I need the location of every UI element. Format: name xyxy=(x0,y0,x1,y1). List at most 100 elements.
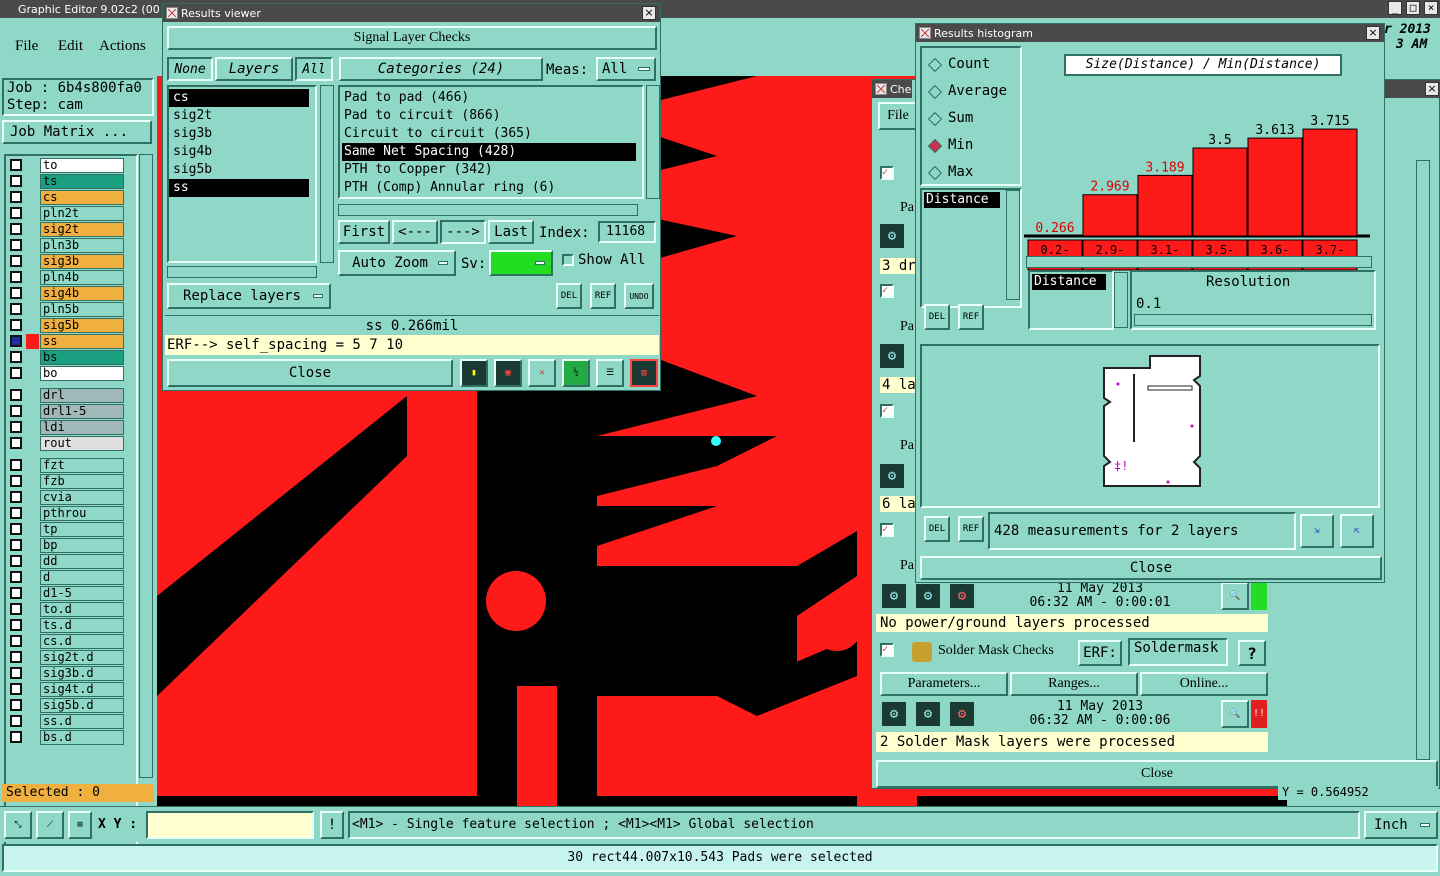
layer-row[interactable]: to xyxy=(8,158,124,173)
window-menu-icon[interactable] xyxy=(875,83,887,95)
layer-row[interactable]: fzb xyxy=(8,474,124,489)
delete-icon[interactable]: DEL xyxy=(556,283,582,309)
run-icon[interactable]: ⚙ xyxy=(880,582,908,610)
layer-row[interactable]: tp xyxy=(8,522,124,537)
run-icon[interactable]: ⚙ xyxy=(878,342,906,370)
layer-checkbox[interactable] xyxy=(10,437,22,449)
refresh-icon[interactable]: REF xyxy=(590,283,616,309)
histogram-bar[interactable] xyxy=(1137,174,1193,237)
radio-diamond-icon[interactable] xyxy=(927,165,943,181)
layer-checkbox[interactable] xyxy=(10,159,22,171)
check-box[interactable]: ✓ xyxy=(880,284,894,298)
layers-list-hscroll[interactable] xyxy=(167,266,317,278)
window-menu-icon[interactable] xyxy=(919,27,931,39)
notes-icon[interactable]: ☰ xyxy=(596,359,624,387)
check-box[interactable]: ✓ xyxy=(880,166,894,180)
layer-row[interactable]: sig4t.d xyxy=(8,682,124,697)
layer-checkbox[interactable] xyxy=(10,389,22,401)
check-box[interactable]: ✓ xyxy=(880,404,894,418)
category-item[interactable]: PTH to Copper (342) xyxy=(342,161,636,179)
layer-row[interactable]: sig2t.d xyxy=(8,650,124,665)
run-all-icon[interactable]: ⚙ xyxy=(914,700,942,728)
aggregate-option[interactable]: Min xyxy=(927,137,1016,157)
categories-list-hscroll[interactable] xyxy=(338,204,638,216)
layer-row[interactable]: pln3b xyxy=(8,238,124,253)
layer-checkbox[interactable] xyxy=(10,335,22,347)
last-button[interactable]: Last xyxy=(488,220,534,244)
layer-row[interactable]: ts.d xyxy=(8,618,124,633)
layer-row[interactable]: pln5b xyxy=(8,302,124,317)
radio-diamond-icon[interactable] xyxy=(927,84,943,100)
layer-row[interactable]: ldi xyxy=(8,420,124,435)
units-dropdown[interactable]: Inch xyxy=(1364,811,1438,839)
layer-row[interactable]: to.d xyxy=(8,602,124,617)
category-item[interactable]: Pad to pad (466) xyxy=(342,89,636,107)
resolution-slider[interactable] xyxy=(1134,314,1372,326)
parameters-button[interactable]: Parameters... xyxy=(880,672,1008,696)
layer-row[interactable]: d xyxy=(8,570,124,585)
layer-checkbox[interactable] xyxy=(10,571,22,583)
layer-checkbox[interactable] xyxy=(10,303,22,315)
none-button[interactable]: None xyxy=(167,57,213,81)
layers-list-item[interactable]: sig4b xyxy=(169,143,309,161)
field-panel-scrollbar[interactable] xyxy=(1114,272,1128,328)
layer-row[interactable]: sig5b.d xyxy=(8,698,124,713)
menu-file[interactable]: File xyxy=(15,38,38,55)
layer-row[interactable]: dd xyxy=(8,554,124,569)
run-all-icon[interactable]: ⚙ xyxy=(914,582,942,610)
layer-checkbox[interactable] xyxy=(10,683,22,695)
layer-row[interactable]: bo xyxy=(8,366,124,381)
histogram-bar[interactable] xyxy=(1247,137,1303,237)
auto-zoom-dropdown[interactable]: Auto Zoom xyxy=(338,250,456,276)
layers-list-item[interactable]: cs xyxy=(169,89,309,107)
layer-checkbox[interactable] xyxy=(10,619,22,631)
radio-diamond-icon[interactable] xyxy=(927,57,943,73)
next-button[interactable]: ---> xyxy=(440,220,486,244)
layer-row[interactable]: cs.d xyxy=(8,634,124,649)
categories-list-scrollbar[interactable] xyxy=(646,85,660,199)
layer-row[interactable]: ss.d xyxy=(8,714,124,729)
online-button[interactable]: Online... xyxy=(1140,672,1268,696)
layer-row[interactable]: sig3b xyxy=(8,254,124,269)
layer-row[interactable]: drl1-5 xyxy=(8,404,124,419)
layer-list-scrollbar[interactable] xyxy=(139,154,153,778)
layer-row[interactable]: bs xyxy=(8,350,124,365)
report-icon[interactable]: ▣ xyxy=(494,359,522,387)
layer-row[interactable]: sig2t xyxy=(8,222,124,237)
layer-checkbox[interactable] xyxy=(10,271,22,283)
layer-checkbox[interactable] xyxy=(10,507,22,519)
layer-checkbox[interactable] xyxy=(10,459,22,471)
layer-checkbox[interactable] xyxy=(10,603,22,615)
field-list-scrollbar[interactable] xyxy=(1006,190,1020,300)
layer-checkbox[interactable] xyxy=(10,731,22,743)
layers-button[interactable]: Layers xyxy=(215,57,293,81)
minimize-icon[interactable]: _ xyxy=(1388,1,1402,15)
select-mode-icon[interactable]: ⤡ xyxy=(4,811,32,839)
layer-checkbox[interactable] xyxy=(10,539,22,551)
category-item[interactable]: PTH (Comp) Annular ring (6) xyxy=(342,179,636,197)
delete-icon[interactable]: DEL xyxy=(924,516,950,542)
layers-list-item[interactable]: sig3b xyxy=(169,125,309,143)
layer-checkbox[interactable] xyxy=(10,667,22,679)
layer-checkbox[interactable] xyxy=(10,287,22,299)
highlight-icon[interactable]: ▮ xyxy=(460,359,488,387)
stop-icon[interactable]: ⚙ xyxy=(948,582,976,610)
layers-list-scrollbar[interactable] xyxy=(320,85,334,263)
layer-checkbox[interactable] xyxy=(10,207,22,219)
layer-checkbox[interactable] xyxy=(10,475,22,487)
window-menu-icon[interactable] xyxy=(166,7,178,19)
first-button[interactable]: First xyxy=(338,220,390,244)
close-icon[interactable]: × xyxy=(1425,82,1439,96)
checklist-file-menu[interactable]: File xyxy=(878,102,918,130)
prev-button[interactable]: <--- xyxy=(392,220,438,244)
resolution-value[interactable]: 0.1 xyxy=(1136,296,1161,312)
checklist-scrollbar[interactable] xyxy=(1416,160,1430,760)
index-input[interactable]: 11168 xyxy=(598,221,656,243)
histogram-close-button[interactable]: Close xyxy=(920,556,1382,580)
layer-row[interactable]: drl xyxy=(8,388,124,403)
xy-input[interactable] xyxy=(146,811,314,839)
layer-checkbox[interactable] xyxy=(10,223,22,235)
delete-icon[interactable]: DEL xyxy=(924,304,950,330)
layer-row[interactable]: sig4b xyxy=(8,286,124,301)
layer-checkbox[interactable] xyxy=(10,367,22,379)
